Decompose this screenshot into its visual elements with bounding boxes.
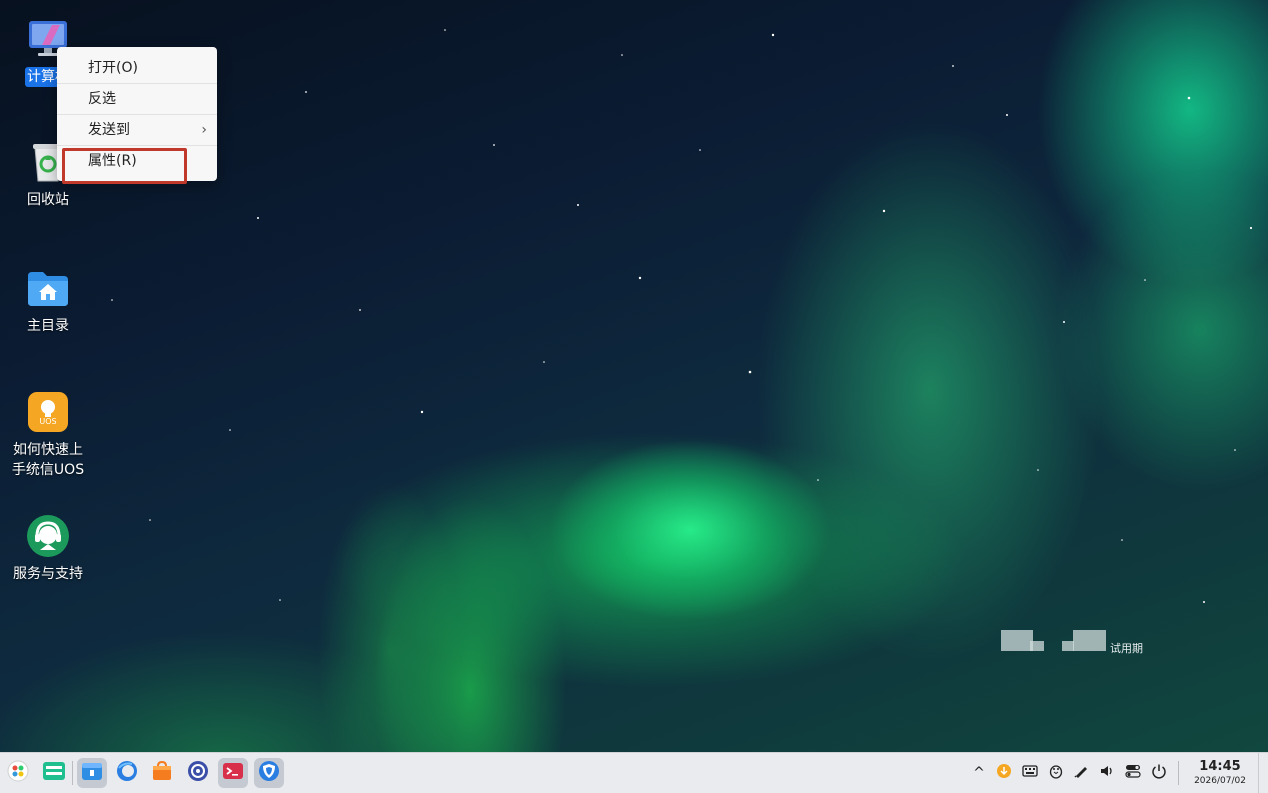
pen-tray-button[interactable] <box>1072 764 1090 782</box>
desktop-icon-quick-start[interactable]: UOS 如何快速上手统信UOS <box>3 390 93 480</box>
update-icon <box>996 763 1012 783</box>
browser-icon <box>116 760 138 786</box>
desktop-icon-label: 主目录 <box>27 318 69 334</box>
chevron-right-icon: › <box>201 122 207 138</box>
power-icon <box>1151 763 1167 783</box>
uos-badge: UOS <box>39 417 57 426</box>
desktop-context-menu: 打开(O) 反选 发送到 › 属性(R) <box>57 47 217 181</box>
watermark-block <box>1073 630 1106 651</box>
desktop-icon-label: 服务与支持 <box>13 566 83 582</box>
show-desktop-button[interactable] <box>1258 753 1268 793</box>
file-manager-icon <box>81 760 103 786</box>
quick-settings-tray-button[interactable] <box>1124 764 1142 782</box>
menu-item-label: 反选 <box>88 91 116 107</box>
taskbar-separator <box>1178 761 1179 785</box>
terminal-button[interactable] <box>218 758 248 788</box>
tux-tray-button[interactable] <box>1047 764 1065 782</box>
headset-support-icon <box>26 514 70 558</box>
multitask-view-button[interactable] <box>39 758 69 788</box>
control-center-icon <box>187 760 209 786</box>
browser-button[interactable] <box>112 758 142 788</box>
menu-item-properties[interactable]: 属性(R) <box>57 146 217 177</box>
tux-icon <box>1048 763 1064 783</box>
home-folder-icon <box>26 266 70 310</box>
desktop-icon-label: 回收站 <box>27 192 69 208</box>
menu-item-send-to[interactable]: 发送到 › <box>57 115 217 146</box>
launcher-icon <box>7 760 29 786</box>
file-manager-button[interactable] <box>77 758 107 788</box>
toggle-icon <box>1125 763 1141 783</box>
security-center-icon <box>258 760 280 786</box>
security-center-button[interactable] <box>254 758 284 788</box>
volume-icon <box>1099 763 1115 783</box>
desktop-icon-support[interactable]: 服务与支持 <box>3 514 93 584</box>
desktop-icon-label: 如何快速上手统信UOS <box>11 442 85 478</box>
lightbulb-icon: UOS <box>26 390 70 434</box>
menu-item-label: 属性(R) <box>88 153 137 169</box>
app-store-icon <box>151 760 173 786</box>
keyboard-tray-button[interactable] <box>1021 764 1039 782</box>
menu-item-label: 发送到 <box>88 122 130 138</box>
launcher-button[interactable] <box>3 758 33 788</box>
watermark-text: 试用期 <box>1110 642 1143 655</box>
terminal-icon <box>222 760 244 786</box>
tray-expand-button[interactable]: ^ <box>970 764 988 782</box>
update-tray-button[interactable] <box>995 764 1013 782</box>
menu-item-label: 打开(O) <box>88 60 138 76</box>
pen-icon <box>1073 763 1089 783</box>
app-store-button[interactable] <box>147 758 177 788</box>
keyboard-icon <box>1022 764 1038 782</box>
menu-item-invert-selection[interactable]: 反选 <box>57 84 217 115</box>
control-center-button[interactable] <box>183 758 213 788</box>
taskbar: ^ 14:45 2026/07/02 <box>0 752 1268 793</box>
menu-item-open[interactable]: 打开(O) <box>57 53 217 84</box>
watermark-block <box>1001 630 1033 651</box>
taskbar-separator <box>72 761 73 785</box>
clock-time: 14:45 <box>1199 759 1241 774</box>
clock-date: 2026/07/02 <box>1194 776 1246 786</box>
volume-tray-button[interactable] <box>1098 764 1116 782</box>
power-tray-button[interactable] <box>1150 764 1168 782</box>
multitask-view-icon <box>42 760 66 786</box>
taskbar-clock[interactable]: 14:45 2026/07/02 <box>1188 759 1252 787</box>
desktop-icon-home[interactable]: 主目录 <box>3 266 93 336</box>
watermark-block <box>1030 641 1044 651</box>
chevron-up-icon: ^ <box>973 765 985 781</box>
